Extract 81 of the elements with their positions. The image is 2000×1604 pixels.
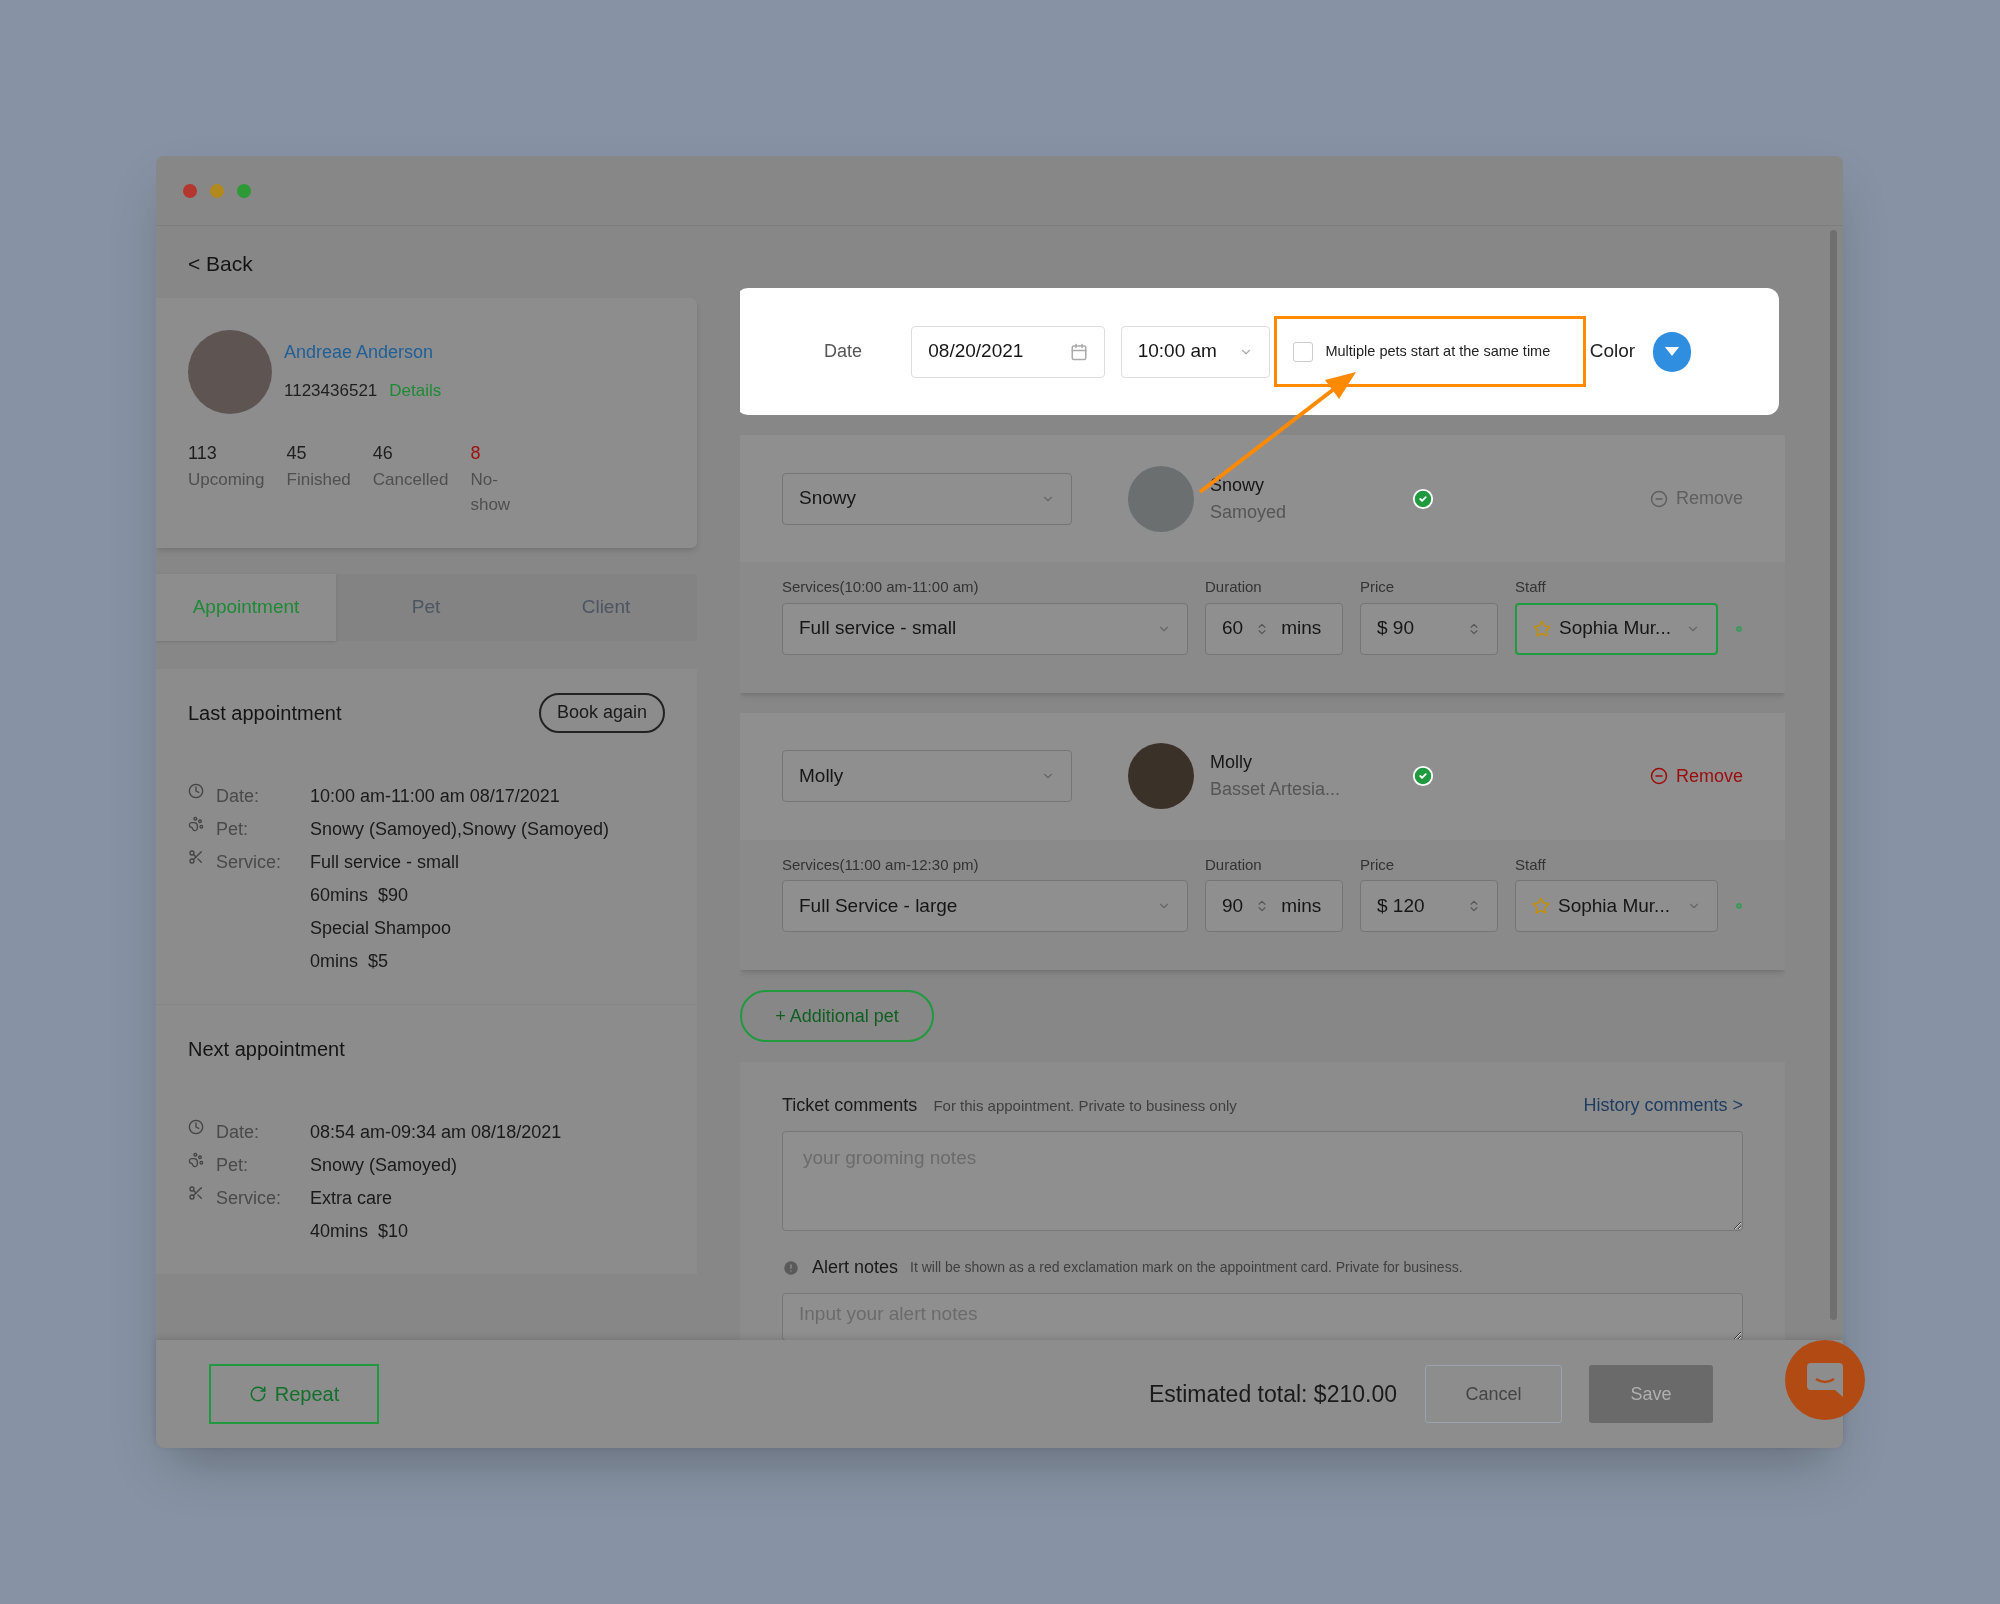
field-label: Duration [1205, 577, 1263, 597]
field-label: Services(11:00 am-12:30 pm) [782, 854, 980, 875]
clock-icon [188, 1118, 204, 1135]
pet-breed: Samoyed [1210, 500, 1288, 524]
field-label: Staff [1515, 577, 1547, 597]
star-icon [1533, 619, 1551, 638]
service-select[interactable]: Full service - small [782, 602, 1188, 655]
section-title: Last appointment [188, 700, 342, 726]
service-select[interactable]: Full Service - large [782, 880, 1188, 932]
detail-value: Full service - small [310, 850, 460, 873]
triangle-down-icon [1665, 347, 1680, 356]
alert-title: Alert notes [812, 1256, 899, 1279]
detail-value: Special Shampoo [310, 916, 453, 939]
duration-field[interactable]: 60 mins [1205, 602, 1343, 655]
staff-select[interactable]: Sophia Mur... [1515, 602, 1718, 655]
section-title: Next appointment [188, 1036, 345, 1062]
estimated-total: Estimated total: $210.00 [1148, 1379, 1397, 1409]
field-label: Services(10:00 am-11:00 am) [782, 577, 980, 597]
pet-select[interactable]: Snowy [782, 472, 1072, 525]
paw-icon [188, 815, 204, 832]
comments-title: Ticket comments [782, 1094, 918, 1117]
detail-label: Date: [216, 1120, 260, 1144]
alert-icon [782, 1258, 800, 1277]
star-icon [1532, 897, 1550, 915]
client-phone: 1123436521 [284, 380, 378, 403]
detail-value: Snowy (Samoyed) [310, 1153, 458, 1176]
duration-field[interactable]: 90 mins [1205, 880, 1343, 932]
clock-icon [188, 782, 204, 799]
refresh-icon [248, 1385, 267, 1403]
date-field[interactable]: 08/20/2021 [911, 325, 1105, 378]
detail-value: 40mins $10 [310, 1219, 409, 1242]
price-field[interactable]: $ 90 [1360, 602, 1498, 655]
detail-value: Extra care [310, 1186, 394, 1209]
book-again-button[interactable]: Book again [538, 692, 665, 733]
stat-label: Finished [286, 468, 351, 491]
detail-label: Pet: [216, 817, 249, 841]
time-select[interactable]: 10:00 am [1120, 325, 1271, 378]
staff-select[interactable]: Sophia Mur... [1515, 880, 1718, 932]
stat-label: Cancelled [372, 468, 449, 491]
speech-bubble-icon [1807, 1363, 1843, 1397]
date-label: Date [824, 340, 864, 363]
pet-breed: Basset Artesia... [1210, 778, 1342, 801]
detail-value: Snowy (Samoyed),Snowy (Samoyed) [310, 817, 610, 840]
scissors-icon [188, 848, 204, 865]
scissors-icon [188, 1184, 204, 1201]
detail-value: 60mins $90 [310, 883, 410, 906]
remove-button[interactable]: Remove [1649, 762, 1743, 790]
alert-hint: It will be shown as a red exclamation mark on the appointment card. Private for business. [910, 1258, 1463, 1277]
stat-value: 8 [470, 441, 482, 465]
cancel-button[interactable]: Cancel [1425, 1365, 1562, 1423]
detail-label: Service: [216, 850, 282, 874]
color-label: Color [1589, 339, 1636, 364]
stat-value: 45 [286, 441, 308, 465]
price-field[interactable]: $ 120 [1360, 880, 1498, 932]
color-picker[interactable] [1653, 331, 1691, 372]
stat-label: No-show [470, 468, 512, 516]
checkbox-label: Multiple pets start at the same time [1325, 341, 1551, 361]
field-label: Price [1360, 577, 1396, 597]
pet-select[interactable]: Molly [782, 750, 1072, 802]
detail-value: 08:54 am-09:34 am 08/18/2021 [310, 1120, 562, 1143]
stat-label: Upcoming [188, 468, 265, 491]
checkbox[interactable] [1293, 341, 1314, 362]
history-comments-link[interactable]: History comments > [1583, 1092, 1743, 1119]
field-label: Staff [1515, 854, 1547, 875]
stat-value: 46 [372, 441, 394, 465]
minus-circle-icon [1649, 767, 1668, 785]
detail-label: Date: [216, 784, 260, 808]
stat-value: 113 [188, 441, 218, 465]
pet-name: Molly [1210, 751, 1253, 774]
comments-hint: For this appointment. Private to business only [933, 1096, 1237, 1116]
field-label: Duration [1205, 854, 1263, 875]
scrollbar[interactable] [1830, 230, 1837, 1320]
back-link[interactable]: < Back [188, 248, 253, 280]
detail-value: 0mins $5 [310, 949, 390, 972]
field-label: Price [1360, 854, 1396, 875]
paw-icon [188, 1151, 204, 1168]
detail-label: Service: [216, 1186, 282, 1210]
detail-value: 10:00 am-11:00 am 08/17/2021 [310, 784, 560, 807]
calendar-icon [1069, 342, 1088, 361]
minus-circle-icon [1649, 489, 1668, 508]
detail-label: Pet: [216, 1153, 249, 1177]
